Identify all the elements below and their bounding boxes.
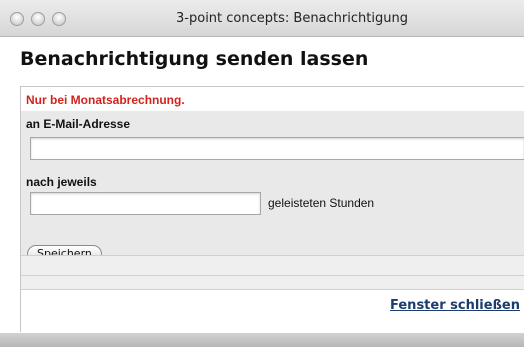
spacer-row (21, 255, 524, 275)
email-field[interactable] (30, 137, 524, 160)
browser-window: 3-point concepts: Benachrichtigung Benac… (0, 0, 524, 347)
close-window-link[interactable]: Fenster schließen (390, 298, 520, 313)
window-title: 3-point concepts: Benachrichtigung (176, 11, 408, 26)
hours-label: nach jeweils (26, 175, 97, 189)
hours-field[interactable] (30, 192, 261, 215)
form-fields-section: an E-Mail-Adresse nach jeweils geleistet… (21, 111, 524, 263)
window-bottom-bar (0, 333, 524, 347)
email-label: an E-Mail-Adresse (26, 117, 131, 131)
close-window-icon[interactable] (10, 12, 24, 26)
notification-form: Nur bei Monatsabrechnung. an E-Mail-Adre… (20, 86, 524, 333)
monthly-billing-hint: Nur bei Monatsabrechnung. (26, 93, 185, 107)
page-title: Benachrichtigung senden lassen (20, 48, 369, 70)
hours-suffix: geleisteten Stunden (268, 196, 375, 210)
footer-row: Fenster schließen (21, 289, 524, 333)
minimize-window-icon[interactable] (31, 12, 45, 26)
title-bar: 3-point concepts: Benachrichtigung (0, 0, 524, 37)
hint-row: Nur bei Monatsabrechnung. (21, 87, 524, 111)
spacer-row (21, 275, 524, 289)
